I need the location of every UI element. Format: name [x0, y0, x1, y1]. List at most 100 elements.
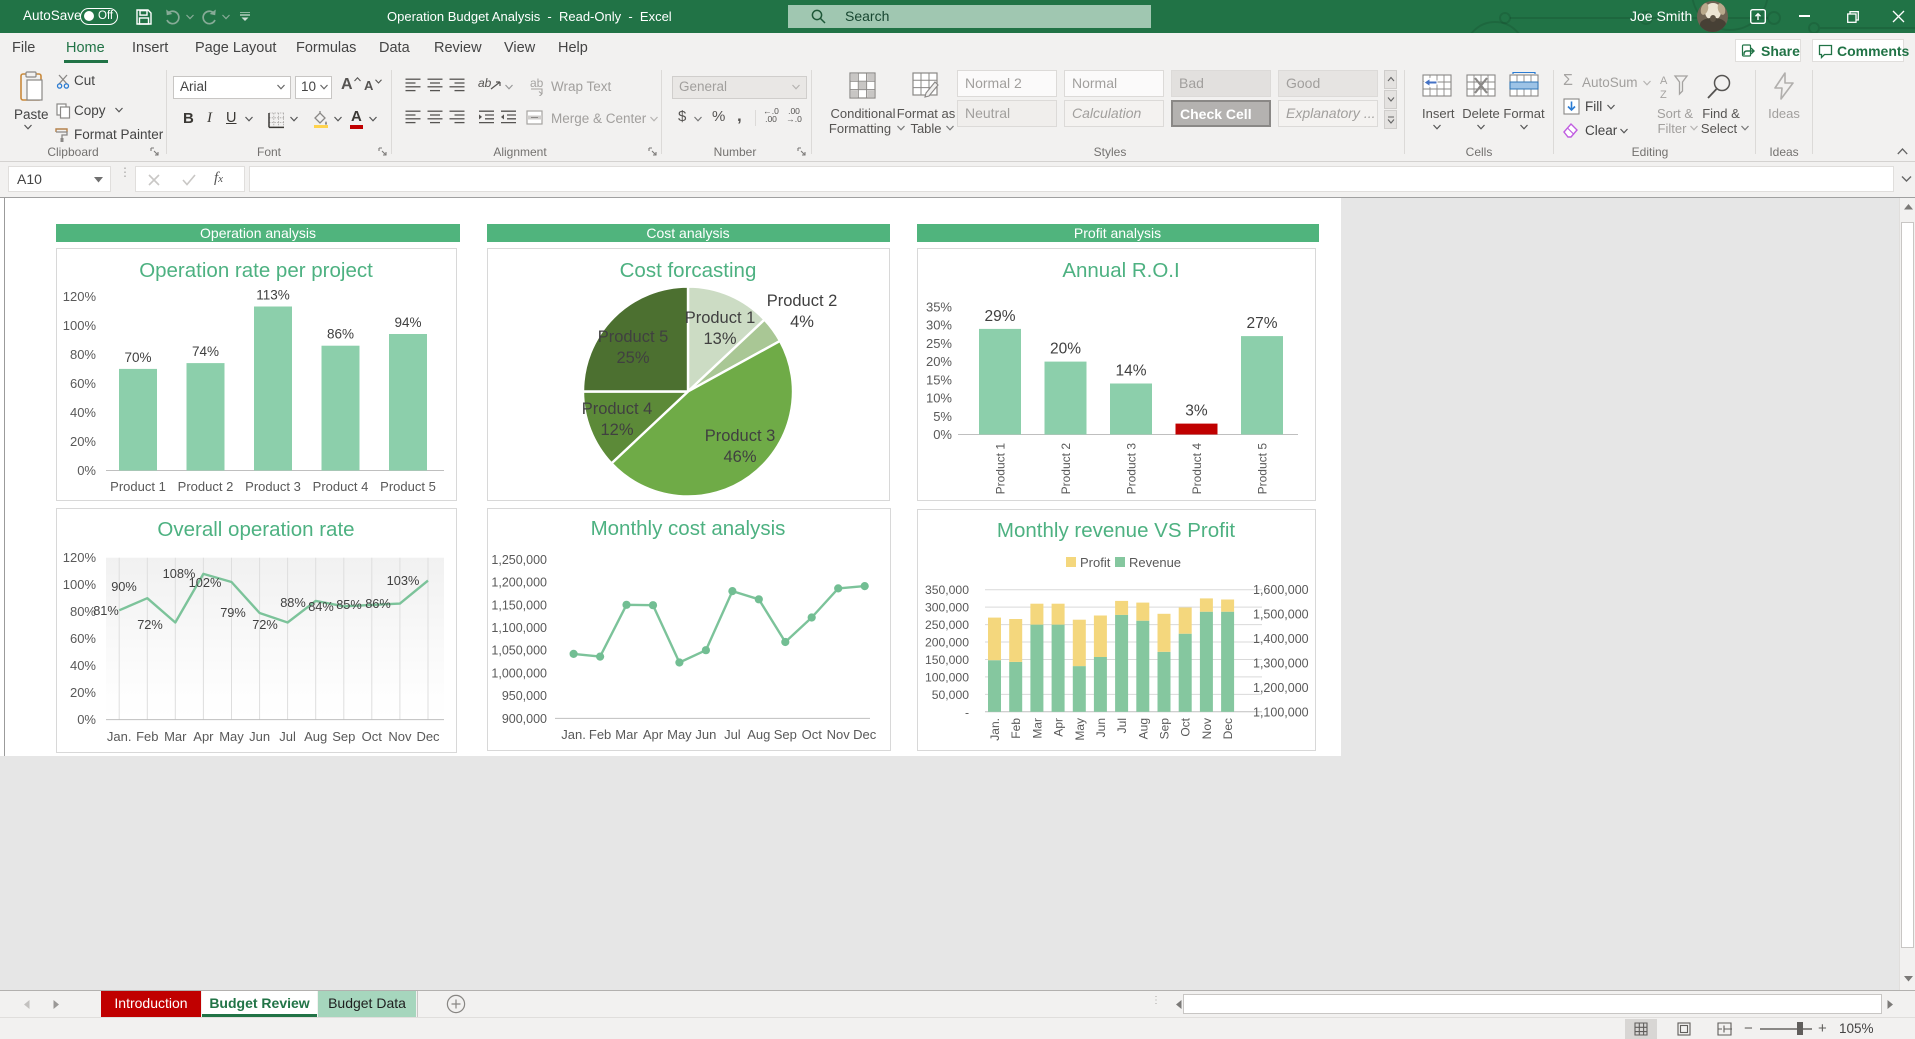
svg-text:5%: 5%	[933, 409, 952, 424]
svg-text:350,000: 350,000	[925, 583, 969, 597]
svg-text:60%: 60%	[70, 376, 96, 391]
svg-text:150,000: 150,000	[925, 653, 969, 667]
svg-text:80%: 80%	[70, 347, 96, 362]
svg-text:Aug: Aug	[747, 727, 770, 742]
svg-text:Product 5: Product 5	[598, 328, 669, 346]
svg-text:Mar: Mar	[164, 729, 187, 744]
svg-text:Operation rate per project: Operation rate per project	[139, 259, 373, 282]
svg-text:Product 4: Product 4	[582, 400, 653, 418]
svg-text:30%: 30%	[926, 318, 952, 333]
svg-text:86%: 86%	[327, 327, 354, 342]
svg-text:Sep: Sep	[774, 727, 797, 742]
svg-text:Nov: Nov	[388, 729, 412, 744]
svg-text:Overall operation rate: Overall operation rate	[157, 518, 354, 541]
svg-text:May: May	[667, 727, 692, 742]
svg-text:13%: 13%	[703, 330, 736, 348]
svg-text:May: May	[219, 729, 244, 744]
svg-text:84%: 84%	[308, 599, 334, 614]
svg-text:Jul: Jul	[279, 729, 296, 744]
svg-text:Annual R.O.I: Annual R.O.I	[1062, 259, 1179, 282]
svg-text:25%: 25%	[616, 349, 649, 367]
svg-text:1,050,000: 1,050,000	[491, 644, 547, 658]
svg-text:Product 5: Product 5	[1256, 443, 1270, 495]
svg-text:72%: 72%	[137, 617, 163, 632]
svg-text:May: May	[1073, 718, 1087, 741]
svg-text:Jul: Jul	[1115, 718, 1129, 733]
svg-text:Dec: Dec	[1221, 718, 1235, 739]
svg-text:88%: 88%	[280, 595, 306, 610]
svg-text:20%: 20%	[926, 354, 952, 369]
svg-text:29%: 29%	[984, 308, 1015, 325]
svg-text:950,000: 950,000	[502, 689, 547, 703]
svg-text:Mar: Mar	[615, 727, 638, 742]
svg-text:1,200,000: 1,200,000	[491, 576, 547, 590]
svg-text:1,000,000: 1,000,000	[491, 666, 547, 680]
svg-text:Jan.: Jan.	[107, 729, 132, 744]
svg-text:Product 2: Product 2	[767, 292, 838, 310]
svg-text:Feb: Feb	[1009, 718, 1023, 739]
svg-text:Jul: Jul	[724, 727, 741, 742]
svg-text:0%: 0%	[933, 427, 952, 442]
svg-text:90%: 90%	[111, 579, 137, 594]
svg-text:1,600,000: 1,600,000	[1253, 583, 1309, 597]
svg-text:94%: 94%	[394, 315, 421, 330]
svg-text:85%: 85%	[336, 597, 362, 612]
svg-text:Product 2: Product 2	[1059, 443, 1073, 495]
svg-text:Sep: Sep	[1158, 718, 1172, 740]
svg-text:Nov: Nov	[827, 727, 851, 742]
svg-text:300,000: 300,000	[925, 601, 969, 615]
svg-text:Feb: Feb	[136, 729, 158, 744]
svg-text:20%: 20%	[70, 685, 96, 700]
svg-text:20%: 20%	[70, 434, 96, 449]
svg-text:1,300,000: 1,300,000	[1253, 657, 1309, 671]
svg-text:Jun: Jun	[1094, 718, 1108, 737]
svg-text:Apr: Apr	[193, 729, 214, 744]
svg-text:Dec: Dec	[853, 727, 877, 742]
svg-text:Mar: Mar	[1030, 718, 1044, 739]
svg-text:Product 5: Product 5	[380, 479, 436, 494]
svg-text:100,000: 100,000	[925, 670, 969, 684]
svg-text:Product 4: Product 4	[1190, 443, 1204, 495]
svg-text:Revenue: Revenue	[1129, 555, 1181, 570]
svg-text:102%: 102%	[189, 575, 222, 590]
svg-text:103%: 103%	[387, 573, 420, 588]
svg-text:50,000: 50,000	[932, 688, 969, 702]
svg-text:Apr: Apr	[1052, 718, 1066, 737]
svg-text:35%: 35%	[926, 300, 952, 315]
svg-text:10%: 10%	[926, 391, 952, 406]
svg-text:Product 3: Product 3	[245, 479, 301, 494]
svg-text:Jan.: Jan.	[988, 718, 1002, 741]
svg-text:Feb: Feb	[589, 727, 611, 742]
svg-text:40%: 40%	[70, 405, 96, 420]
svg-text:Product 1: Product 1	[110, 479, 166, 494]
svg-text:Oct: Oct	[362, 729, 383, 744]
svg-text:200,000: 200,000	[925, 636, 969, 650]
svg-text:-: -	[965, 705, 969, 719]
svg-text:14%: 14%	[1115, 363, 1146, 380]
svg-text:120%: 120%	[63, 289, 97, 304]
svg-text:Monthly revenue VS Profit: Monthly revenue VS Profit	[997, 519, 1235, 542]
svg-text:Sep: Sep	[332, 729, 355, 744]
svg-text:20%: 20%	[1050, 341, 1081, 358]
svg-text:250,000: 250,000	[925, 618, 969, 632]
svg-text:Apr: Apr	[643, 727, 664, 742]
svg-text:72%: 72%	[252, 617, 278, 632]
svg-text:4%: 4%	[790, 313, 814, 331]
svg-text:27%: 27%	[1246, 315, 1277, 332]
svg-text:12%: 12%	[600, 421, 633, 439]
svg-text:Oct: Oct	[1179, 717, 1193, 736]
svg-text:79%: 79%	[220, 605, 246, 620]
svg-text:Product 3: Product 3	[705, 427, 776, 445]
svg-text:Jan.: Jan.	[561, 727, 586, 742]
svg-text:46%: 46%	[723, 448, 756, 466]
svg-text:Aug: Aug	[304, 729, 327, 744]
svg-text:Dec: Dec	[416, 729, 440, 744]
svg-text:3%: 3%	[1185, 403, 1208, 420]
svg-text:100%: 100%	[63, 318, 97, 333]
svg-text:1,500,000: 1,500,000	[1253, 608, 1309, 622]
svg-text:113%: 113%	[256, 288, 290, 303]
svg-text:Oct: Oct	[802, 727, 823, 742]
svg-text:81%: 81%	[93, 603, 119, 618]
svg-text:Nov: Nov	[1200, 718, 1214, 739]
svg-text:900,000: 900,000	[502, 712, 547, 726]
